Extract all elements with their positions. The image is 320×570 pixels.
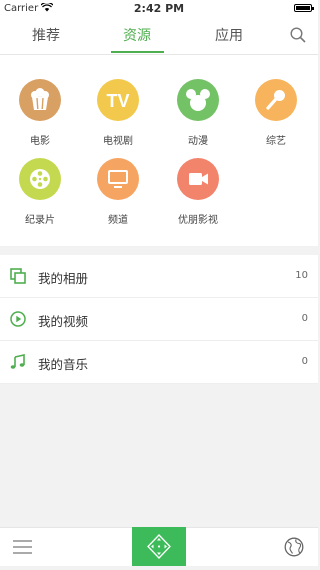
category-movie[interactable]: 电影 — [10, 79, 70, 147]
tab-recommend[interactable]: 推荐 — [21, 25, 71, 45]
tab-apps[interactable]: 应用 — [204, 25, 254, 45]
microphone-icon — [255, 79, 297, 121]
mouse-head-icon — [177, 79, 219, 121]
list-item-count: 0 — [301, 313, 308, 324]
top-tab-bar: 推荐 资源 应用 — [0, 16, 318, 55]
category-label: 电影 — [30, 136, 50, 147]
film-reel-icon — [19, 158, 61, 200]
category-label: 频道 — [108, 215, 128, 226]
active-tab-indicator — [111, 51, 164, 53]
play-icon — [10, 311, 26, 327]
category-channel[interactable]: 频道 — [88, 158, 148, 226]
tv-icon-text: TV — [106, 91, 129, 111]
category-label: 优朋影视 — [178, 215, 218, 226]
monitor-icon — [97, 158, 139, 200]
status-bar: Carrier 2:42 PM — [0, 0, 318, 16]
category-anime[interactable]: 动漫 — [168, 79, 228, 147]
remote-control-button[interactable] — [132, 527, 186, 566]
list-item-count: 10 — [295, 270, 308, 281]
list-item-label: 我的相册 — [38, 271, 89, 286]
category-tv-series[interactable]: TV 电视剧 — [88, 79, 148, 147]
search-icon[interactable] — [290, 27, 306, 43]
category-variety[interactable]: 综艺 — [246, 79, 306, 147]
list-item-videos[interactable]: 我的视频 0 — [0, 298, 318, 341]
popcorn-icon — [19, 79, 61, 121]
category-label: 动漫 — [188, 136, 208, 147]
list-item-label: 我的音乐 — [38, 357, 89, 372]
tab-resources[interactable]: 资源 — [112, 25, 162, 45]
tv-icon: TV — [97, 79, 139, 121]
category-label: 综艺 — [266, 136, 286, 147]
category-youpeng[interactable]: 优朋影视 — [168, 158, 228, 226]
video-camera-icon — [177, 158, 219, 200]
category-documentary[interactable]: 纪录片 — [10, 158, 70, 226]
media-list: 我的相册 10 我的视频 0 我的音乐 0 — [0, 255, 318, 384]
globe-icon[interactable] — [284, 537, 304, 557]
bottom-bar — [0, 527, 318, 566]
album-icon — [10, 268, 26, 284]
list-item-album[interactable]: 我的相册 10 — [0, 255, 318, 298]
category-label: 电视剧 — [103, 136, 133, 147]
list-item-count: 0 — [301, 356, 308, 367]
list-item-music[interactable]: 我的音乐 0 — [0, 341, 318, 384]
list-item-label: 我的视频 — [38, 314, 89, 329]
battery-icon — [294, 4, 314, 12]
category-grid: 电影 TV 电视剧 动漫 综艺 纪录片 频道 优朋影视 — [0, 55, 318, 246]
music-note-icon — [10, 354, 25, 369]
menu-icon[interactable] — [13, 539, 32, 555]
remote-control-icon — [147, 534, 171, 559]
clock: 2:42 PM — [133, 2, 185, 15]
category-label: 纪录片 — [25, 215, 55, 226]
